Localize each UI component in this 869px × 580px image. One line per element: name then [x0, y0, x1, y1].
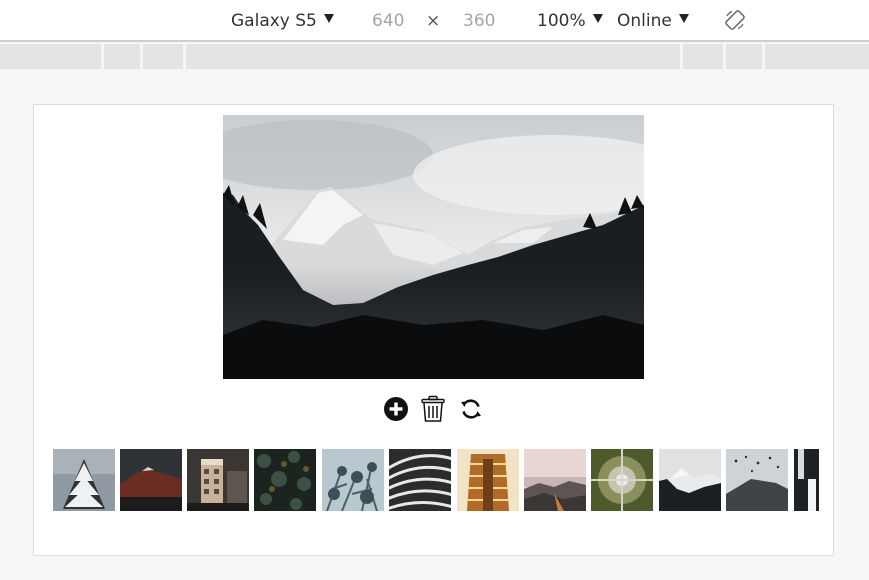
add-circle-icon: [384, 397, 408, 421]
thumbnail-atrium-lights[interactable]: [457, 449, 519, 511]
media-query-segment[interactable]: [0, 44, 101, 69]
thumbnail-aerial-fountain[interactable]: [591, 449, 653, 511]
main-image: [223, 115, 644, 379]
device-select[interactable]: Galaxy S5: [231, 10, 334, 32]
thumbnail-dark-leaves[interactable]: [254, 449, 316, 511]
delete-button[interactable]: [420, 395, 446, 423]
dimension-separator: ×: [426, 11, 441, 31]
trash-icon: [421, 395, 445, 422]
image-actions: [383, 395, 488, 425]
refresh-button[interactable]: [458, 395, 484, 423]
rotate-button[interactable]: [724, 9, 746, 31]
device-toolbar: Galaxy S5 640 × 360 100% Online: [0, 0, 869, 42]
thumbnail-building-dusk[interactable]: [187, 449, 249, 511]
media-query-segment[interactable]: [765, 44, 869, 69]
media-query-segment[interactable]: [683, 44, 723, 69]
chevron-down-icon: [678, 14, 689, 23]
media-query-segment[interactable]: [104, 44, 140, 69]
height-input[interactable]: 360: [463, 10, 495, 32]
zoom-select[interactable]: 100%: [537, 10, 603, 32]
device-select-label: Galaxy S5: [231, 11, 317, 31]
width-input[interactable]: 640: [372, 10, 404, 32]
network-select-label: Online: [617, 11, 672, 31]
thumbnail-snowy-pine[interactable]: [53, 449, 115, 511]
rotate-icon: [725, 10, 745, 30]
media-query-segment[interactable]: [143, 44, 183, 69]
network-throttle-select[interactable]: Online: [617, 10, 689, 32]
emulated-page: [33, 104, 834, 556]
thumbnail-misty-mountain[interactable]: [659, 449, 721, 511]
thumbnail-valley-dusk[interactable]: [524, 449, 586, 511]
media-query-segment[interactable]: [726, 44, 762, 69]
chevron-down-icon: [323, 14, 334, 23]
media-query-bar: [0, 44, 869, 70]
add-button[interactable]: [383, 395, 409, 423]
toolbar-divider: [0, 40, 869, 42]
thumbnail-mountain-red[interactable]: [120, 449, 182, 511]
chevron-down-icon: [592, 14, 603, 23]
thumbnail-strip: [53, 449, 819, 513]
refresh-icon: [461, 399, 481, 419]
media-query-segment[interactable]: [186, 44, 680, 69]
thumbnail-partial[interactable]: [794, 449, 819, 511]
thumbnail-frosty-branches[interactable]: [322, 449, 384, 511]
thumbnail-birds-hill[interactable]: [726, 449, 788, 511]
zoom-select-label: 100%: [537, 11, 586, 31]
thumbnail-curved-building[interactable]: [389, 449, 451, 511]
